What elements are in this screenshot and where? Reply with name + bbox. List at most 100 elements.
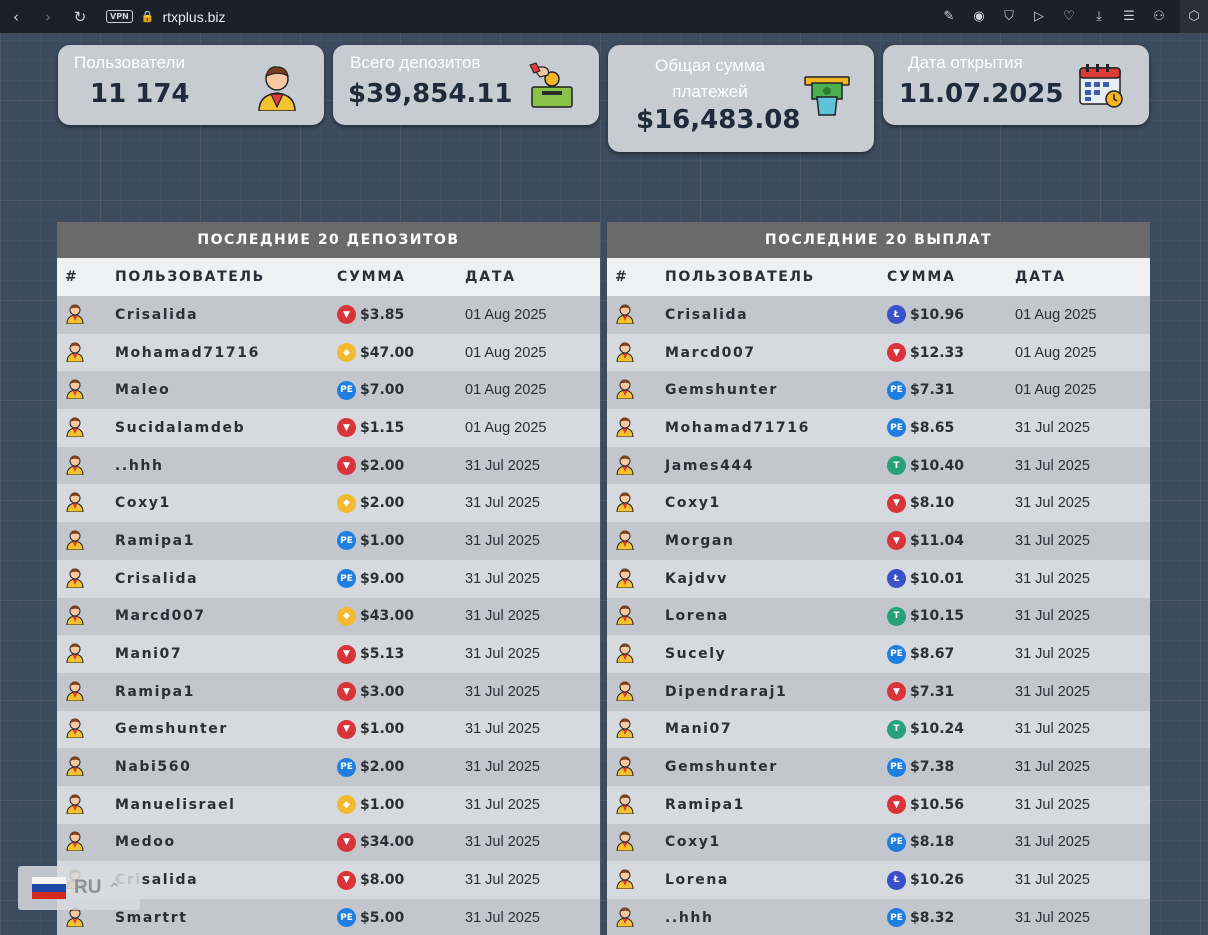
edit-icon[interactable]: ✎ [934,9,964,24]
table-row: Sucidalamdeb ▼ $1.15 01 Aug 2025 [57,409,600,447]
row-date: 31 Jul 2025 [465,532,540,549]
browser-toolbar: ‹ › ↻ VPN 🔒 rtxplus.biz ✎ ◉ ⛉ ▷ ♡ ⤓ ☰ ⚇ … [0,0,1208,33]
stat-value: $39,854.11 [348,79,513,109]
stat-value: 11 174 [90,79,190,109]
table-title: ПОСЛЕДНИЕ 20 ДЕПОЗИТОВ [57,222,600,258]
camera-icon[interactable]: ◉ [964,9,994,24]
row-user: Gemshunter [665,759,778,776]
forward-icon[interactable]: › [32,0,64,33]
table-row: Ramipa1 ▼ $3.00 31 Jul 2025 [57,672,600,711]
amount-value: $47.00 [360,344,415,361]
pe-coin-icon: PE [887,418,906,438]
row-amount: ◆ $1.00 [337,795,465,815]
avatar-icon [57,490,115,516]
profile-icon[interactable]: ⚇ [1144,9,1174,24]
row-date: 31 Jul 2025 [1015,834,1090,851]
avatar-icon [607,415,665,441]
table-row: Maleo PE $7.00 01 Aug 2025 [57,371,600,410]
address-bar[interactable]: rtxplus.biz [162,9,225,25]
col-header-date: ДАТА [1015,269,1066,285]
lock-icon[interactable]: 🔒 [141,10,155,23]
avatar-icon [607,528,665,554]
trx-coin-icon: ▼ [337,644,356,664]
amount-value: $7.31 [910,683,955,700]
language-selector[interactable]: RU ^ [18,866,140,910]
usdt-coin-icon: T [887,606,906,626]
row-user: Kajdvv [665,570,728,587]
heart-icon[interactable]: ♡ [1054,9,1084,24]
trx-coin-icon: ▼ [887,493,906,513]
row-date: 31 Jul 2025 [1015,495,1090,512]
row-amount: ▼ $2.00 [337,456,465,476]
deposits-table: ПОСЛЕДНИЕ 20 ДЕПОЗИТОВ # ПОЛЬЗОВАТЕЛЬ СУ… [57,222,600,935]
row-amount: ◆ $43.00 [337,606,465,626]
stat-card-users: Пользователи 11 174 [58,45,324,125]
row-date: 31 Jul 2025 [1015,419,1090,436]
avatar-icon [607,716,665,742]
amount-value: $3.00 [360,683,405,700]
amount-value: $10.15 [910,608,965,625]
avatar-icon [57,340,115,366]
table-row: Gemshunter ▼ $1.00 31 Jul 2025 [57,710,600,749]
menu-icon[interactable]: ☰ [1114,9,1144,24]
row-date: 01 Aug 2025 [1015,306,1097,323]
row-amount: ▼ $3.00 [337,682,465,702]
amount-value: $8.18 [910,834,955,851]
row-date: 31 Jul 2025 [465,646,540,663]
avatar-icon [607,754,665,780]
stat-label: Всего депозитов [350,53,481,72]
table-row: Crisalida ▼ $3.85 01 Aug 2025 [57,296,600,334]
table-row: Kajdvv Ł $10.01 31 Jul 2025 [607,559,1150,598]
amount-value: $5.00 [360,909,405,926]
bnb-coin-icon: ◆ [337,493,356,513]
avatar-icon [607,792,665,818]
row-user: Marcd007 [115,608,206,625]
avatar-icon [57,792,115,818]
amount-value: $10.56 [910,796,965,813]
row-amount: ◆ $47.00 [337,343,465,363]
row-date: 31 Jul 2025 [465,570,540,587]
extension-icon[interactable]: ⬡ [1180,0,1208,33]
table-row: Coxy1 PE $8.18 31 Jul 2025 [607,823,1150,862]
avatar-icon [57,302,115,328]
avatar-icon [57,679,115,705]
avatar-icon [607,867,665,893]
stat-value: $16,483.08 [636,105,801,135]
avatar-icon [607,302,665,328]
table-row: Mohamad71716 ◆ $47.00 01 Aug 2025 [57,333,600,372]
table-row: ..hhh ▼ $2.00 31 Jul 2025 [57,446,600,485]
row-user: Dipendraraj1 [665,683,788,700]
amount-value: $7.00 [360,382,405,399]
amount-value: $8.32 [910,909,955,926]
table-row: Coxy1 ▼ $8.10 31 Jul 2025 [607,484,1150,523]
row-date: 31 Jul 2025 [1015,646,1090,663]
table-title: ПОСЛЕДНИЕ 20 ВЫПЛАТ [607,222,1150,258]
table-body: Crisalida ▼ $3.85 01 Aug 2025 Mohamad71716 ◆ $… [57,296,600,935]
row-date: 31 Jul 2025 [465,796,540,813]
table-row: Nabi560 PE $2.00 31 Jul 2025 [57,748,600,786]
table-row: Manuelisrael ◆ $1.00 31 Jul 2025 [57,785,600,824]
table-row: Crisalida Ł $10.96 01 Aug 2025 [607,296,1150,334]
row-amount: T $10.40 [887,456,1015,476]
shield-icon[interactable]: ⛉ [994,9,1024,24]
row-user: Nabi560 [115,759,192,776]
usdt-coin-icon: T [887,456,906,476]
avatar-icon [607,453,665,479]
avatar-icon [607,641,665,667]
row-amount: PE $8.32 [887,908,1015,928]
send-icon[interactable]: ▷ [1024,9,1054,24]
row-user: Sucely [665,646,727,663]
back-icon[interactable]: ‹ [0,0,32,33]
pe-coin-icon: PE [337,757,356,777]
trx-coin-icon: ▼ [337,870,356,890]
table-row: Coxy1 ◆ $2.00 31 Jul 2025 [57,484,600,523]
row-amount: ▼ $8.10 [887,493,1015,513]
avatar-icon [607,679,665,705]
vpn-badge[interactable]: VPN [106,10,133,23]
amount-value: $34.00 [360,834,415,851]
download-icon[interactable]: ⤓ [1084,9,1114,24]
amount-value: $1.00 [360,721,405,738]
row-date: 31 Jul 2025 [1015,570,1090,587]
reload-icon[interactable]: ↻ [64,0,96,33]
table-row: Marcd007 ◆ $43.00 31 Jul 2025 [57,597,600,636]
